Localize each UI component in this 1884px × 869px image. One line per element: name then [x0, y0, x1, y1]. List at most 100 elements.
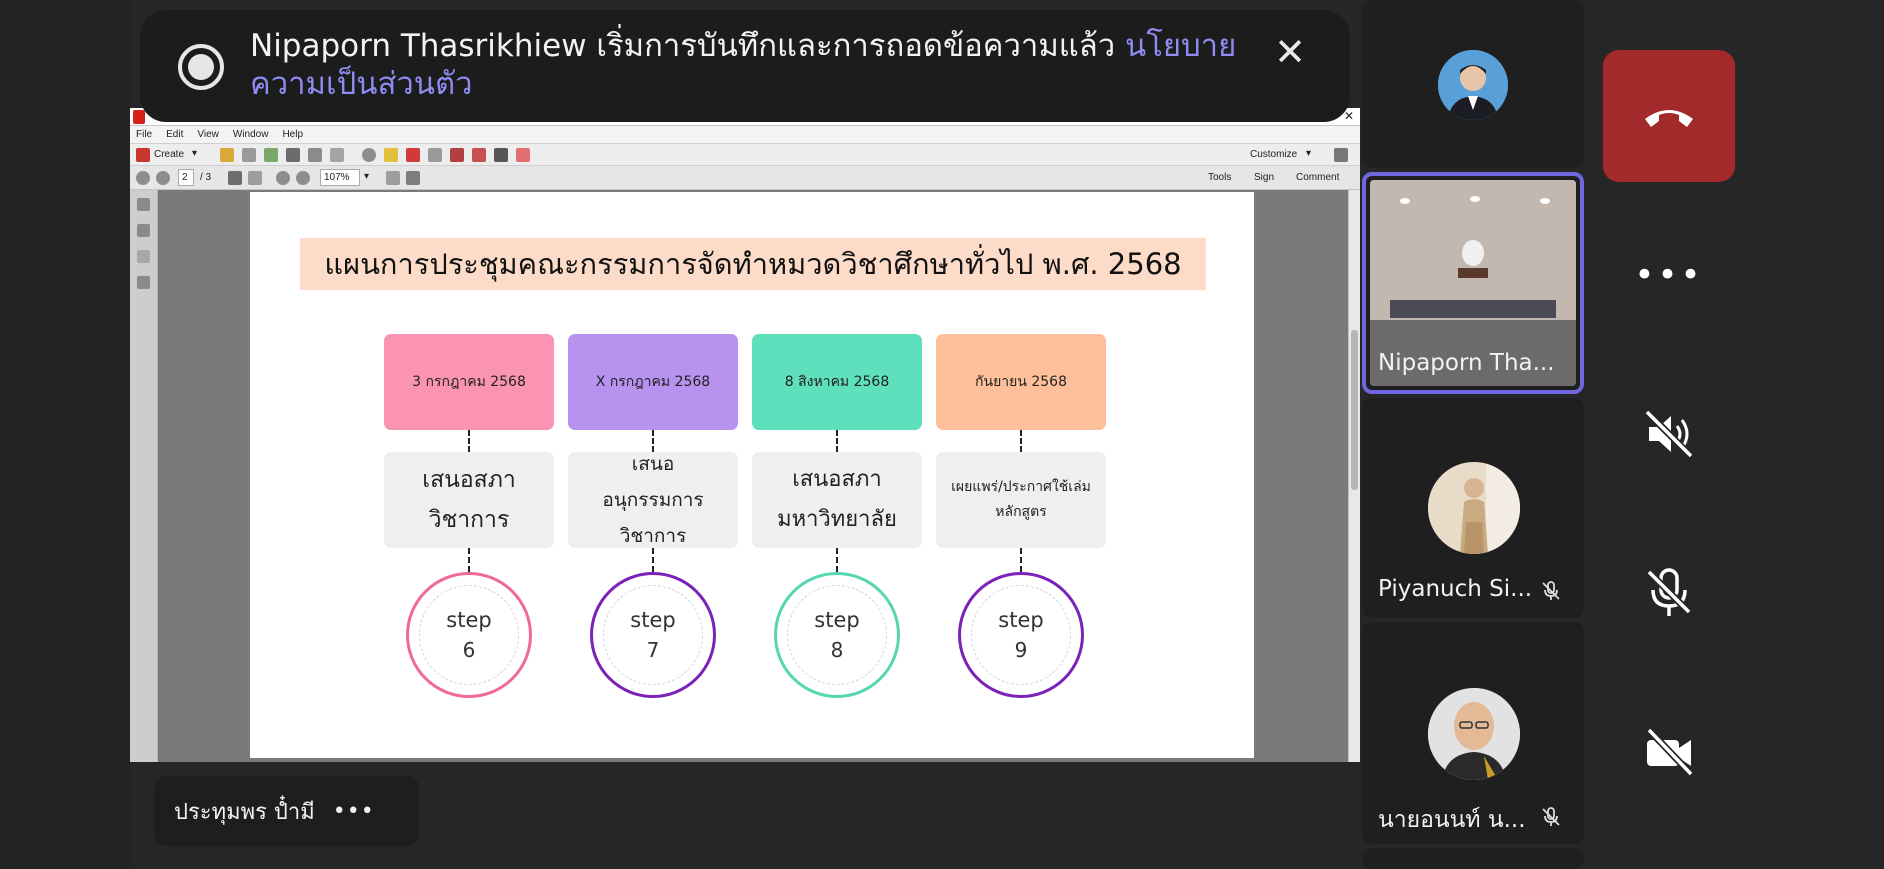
desc-label: เสนอสภามหาวิทยาลัย	[777, 467, 897, 532]
speaker-off-icon	[1644, 409, 1694, 459]
customize-dropdown-icon[interactable]: ▾	[1306, 148, 1311, 159]
attach-icon[interactable]	[428, 148, 442, 162]
slide-page: แผนการประชุมคณะกรรมการจัดทำหมวดวิชาศึกษา…	[250, 192, 1254, 758]
acrobat-close-icon[interactable]: ✕	[1344, 109, 1354, 123]
document-scrollbar[interactable]	[1348, 190, 1360, 762]
highlight-icon[interactable]	[516, 148, 530, 162]
participant-tile-3[interactable]: Piyanuch Si...	[1362, 398, 1584, 618]
participant-tile-5-partial[interactable]	[1362, 848, 1584, 869]
step-circle-inner: step 7	[603, 585, 703, 685]
timeline-date-3: 8 สิงหาคม 2568	[752, 334, 922, 430]
export-icon[interactable]	[450, 148, 464, 162]
page-down-icon[interactable]	[156, 171, 170, 185]
left-gutter	[0, 0, 130, 869]
text-cursor-icon[interactable]	[494, 148, 508, 162]
recording-message: Nipaporn Thasrikhiew เริ่มการบันทึกและกา…	[250, 27, 1240, 103]
customize-button[interactable]: Customize	[1250, 149, 1297, 160]
expand-icon[interactable]	[1334, 148, 1348, 162]
zoom-out-icon[interactable]	[276, 171, 290, 185]
camera-off-button[interactable]	[1636, 719, 1702, 785]
presenter-more-icon[interactable]: •••	[333, 799, 375, 824]
zoom-dropdown-icon[interactable]: ▾	[364, 171, 369, 182]
recording-banner: Nipaporn Thasrikhiew เริ่มการบันทึกและกา…	[140, 10, 1350, 122]
settings-icon[interactable]	[362, 148, 376, 162]
more-options-button[interactable]: •••	[1634, 242, 1702, 308]
step-number: 7	[646, 638, 660, 662]
avatar	[1428, 462, 1520, 554]
step-number: 8	[830, 638, 844, 662]
form-icon[interactable]	[472, 148, 486, 162]
comment-tab[interactable]: Comment	[1296, 172, 1339, 183]
sign-tab[interactable]: Sign	[1254, 172, 1274, 183]
cloud-icon[interactable]	[264, 148, 278, 162]
edit-icon[interactable]	[308, 148, 322, 162]
page-up-icon[interactable]	[136, 171, 150, 185]
step-word: step	[998, 608, 1044, 632]
date-label: กันยายน 2568	[975, 374, 1067, 390]
open-icon[interactable]	[220, 148, 234, 162]
participant-tile-2-active[interactable]: Nipaporn Tha...	[1362, 172, 1584, 394]
step-circle-9: step 9	[958, 572, 1084, 698]
create-icon	[136, 148, 150, 162]
step-circle-inner: step 9	[971, 585, 1071, 685]
timeline-desc-3: เสนอสภามหาวิทยาลัย	[752, 452, 922, 548]
connector-line	[836, 548, 838, 572]
acrobat-navigation-pane	[130, 190, 158, 762]
timeline-desc-4: เผยแพร่/ประกาศใช้เล่มหลักสูตร	[936, 452, 1106, 548]
create-dropdown-icon[interactable]: ▾	[192, 148, 197, 159]
connector-line	[468, 548, 470, 572]
create-button[interactable]: Create	[154, 149, 184, 160]
menu-help[interactable]: Help	[282, 129, 303, 140]
participant-name: Piyanuch Si...	[1378, 576, 1533, 602]
signatures-panel-icon[interactable]	[137, 276, 150, 289]
step-word: step	[814, 608, 860, 632]
fit-page-icon[interactable]	[406, 171, 420, 185]
desc-label: เสนออนุกรรมการวิชาการ	[602, 453, 704, 547]
presenter-name-pill[interactable]: ประทุมพร ป๋ำมี •••	[154, 776, 419, 846]
attachments-panel-icon[interactable]	[137, 250, 150, 263]
step-circle-inner: step 6	[419, 585, 519, 685]
connector-line	[468, 430, 470, 452]
slide-title: แผนการประชุมคณะกรรมการจัดทำหมวดวิชาศึกษา…	[324, 247, 1182, 281]
page-number-input[interactable]: 2	[178, 169, 194, 186]
step-circle-inner: step 8	[787, 585, 887, 685]
desc-label: เสนอสภาวิชาการ	[422, 467, 516, 533]
slide-title-bar: แผนการประชุมคณะกรรมการจัดทำหมวดวิชาศึกษา…	[300, 238, 1206, 290]
participant-tile-1[interactable]	[1362, 0, 1584, 168]
avatar	[1428, 688, 1520, 780]
pages-panel-icon[interactable]	[137, 198, 150, 211]
participant-tile-4[interactable]: นายอนนท์ น...	[1362, 622, 1584, 844]
email-icon[interactable]	[330, 148, 344, 162]
menu-view[interactable]: View	[197, 129, 219, 140]
select-tool-icon[interactable]	[228, 171, 242, 185]
end-call-button[interactable]	[1603, 50, 1735, 182]
comment-bubble-icon[interactable]	[384, 148, 398, 162]
speaker-off-button[interactable]	[1636, 401, 1702, 467]
zoom-input[interactable]: 107%	[320, 169, 360, 186]
zoom-in-icon[interactable]	[296, 171, 310, 185]
banner-close-icon[interactable]: ✕	[1270, 32, 1310, 72]
mic-off-icon	[1646, 568, 1692, 616]
participant-name: นายอนนท์ น...	[1378, 807, 1526, 833]
step-word: step	[446, 608, 492, 632]
recording-icon	[178, 44, 224, 90]
bookmarks-panel-icon[interactable]	[137, 224, 150, 237]
connector-line	[1020, 430, 1022, 452]
phone-hangup-icon	[1645, 110, 1693, 127]
acrobat-menubar: File Edit View Window Help	[130, 126, 1360, 144]
menu-edit[interactable]: Edit	[166, 129, 183, 140]
tools-tab[interactable]: Tools	[1208, 172, 1231, 183]
acrobat-toolbar-nav: 2 / 3 107% ▾ Tools Sign Comment	[130, 166, 1360, 190]
stamp-icon[interactable]	[406, 148, 420, 162]
print-icon[interactable]	[286, 148, 300, 162]
menu-window[interactable]: Window	[233, 129, 269, 140]
save-icon[interactable]	[242, 148, 256, 162]
scrollbar-thumb[interactable]	[1351, 330, 1358, 490]
timeline-date-2: X กรกฎาคม 2568	[568, 334, 738, 430]
hand-tool-icon[interactable]	[248, 171, 262, 185]
fit-width-icon[interactable]	[386, 171, 400, 185]
avatar	[1438, 50, 1508, 120]
step-number: 9	[1014, 638, 1028, 662]
mute-button[interactable]	[1636, 559, 1702, 625]
menu-file[interactable]: File	[136, 129, 152, 140]
